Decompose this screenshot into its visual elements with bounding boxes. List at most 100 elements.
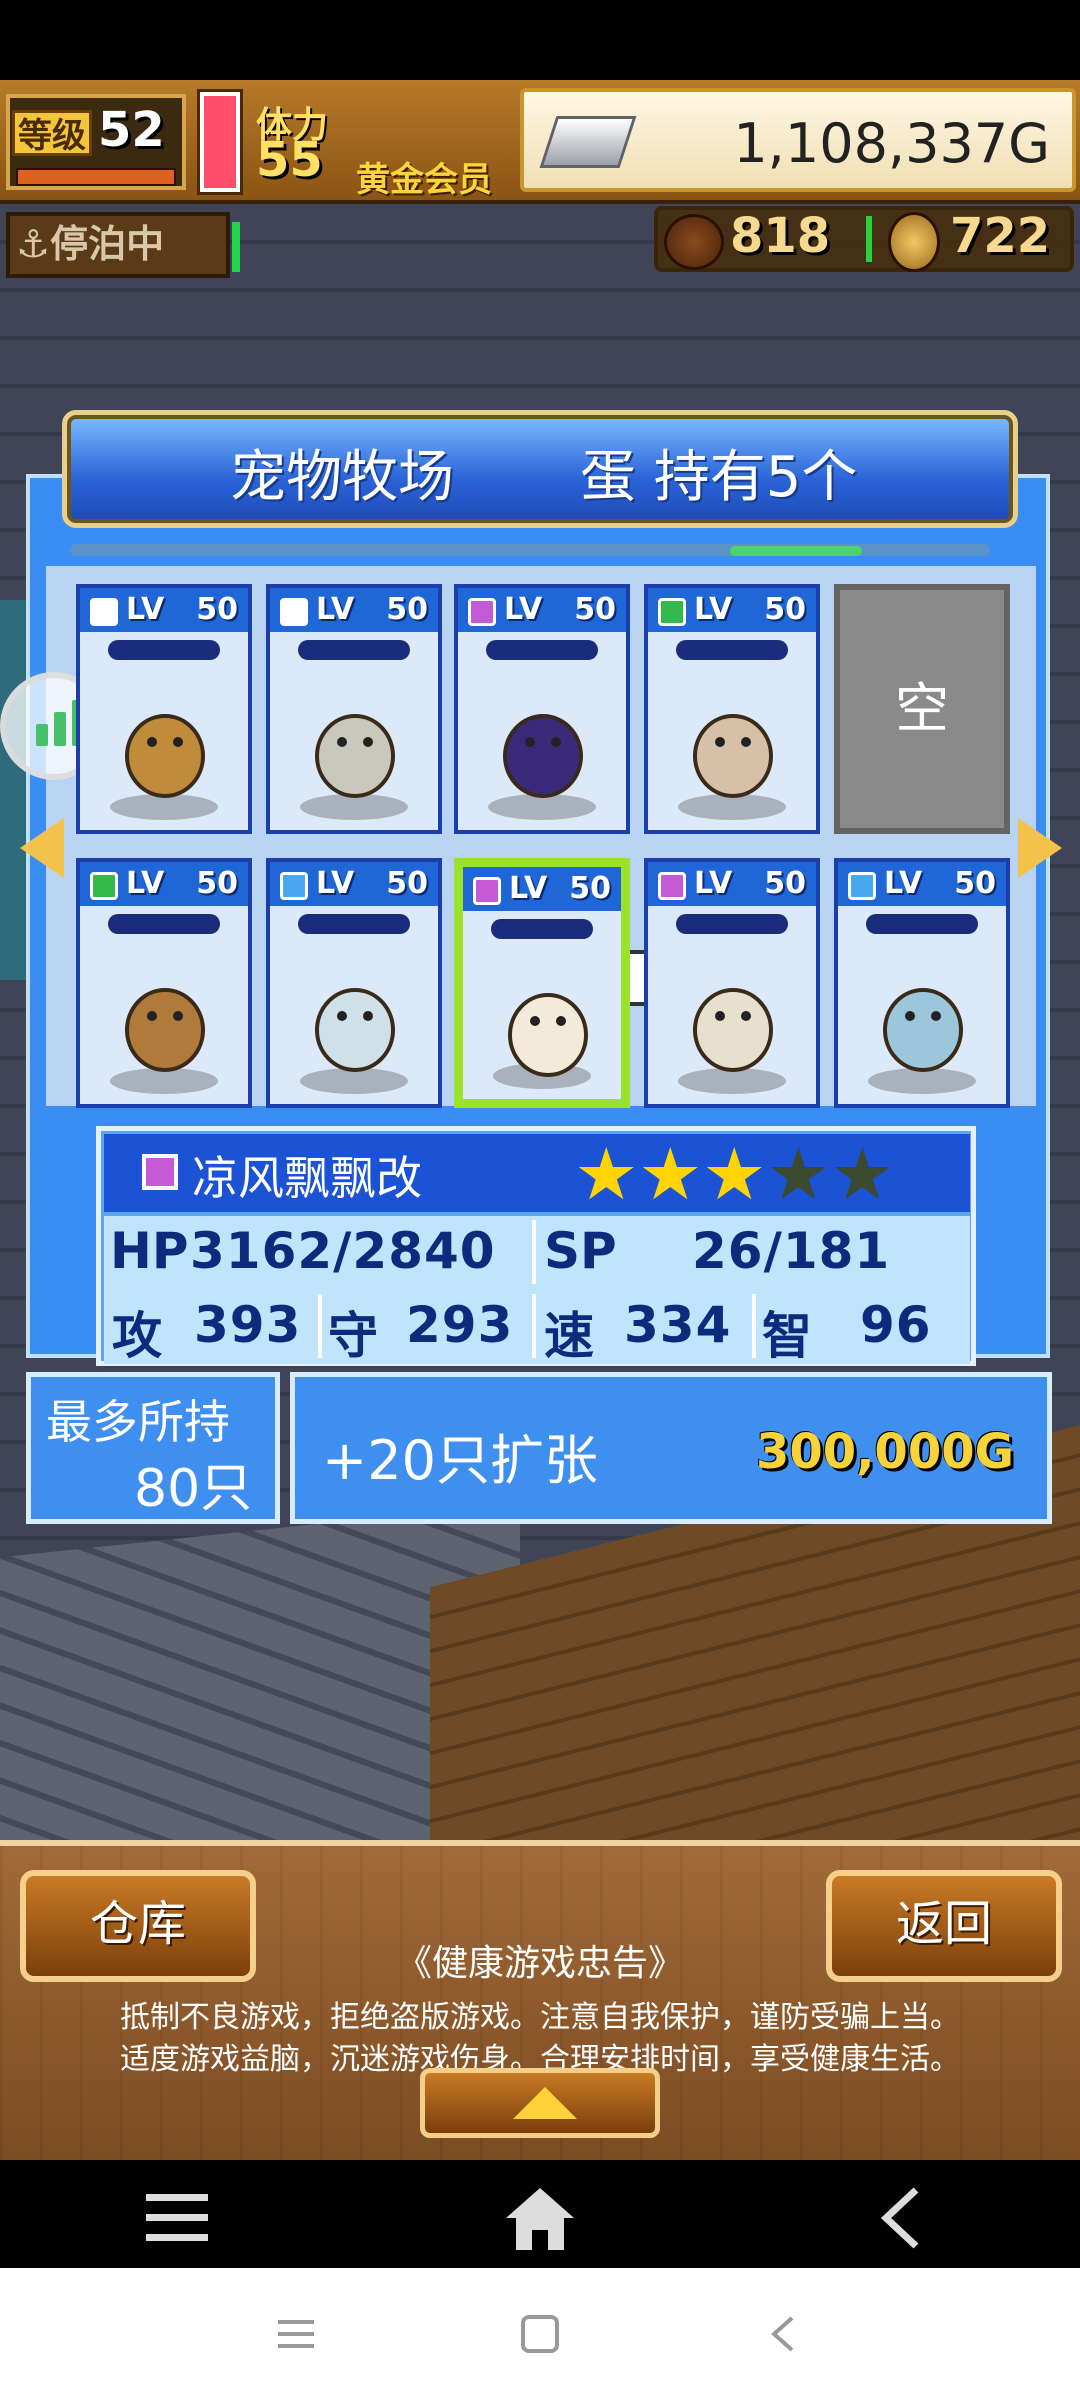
speed-value: 334	[624, 1296, 732, 1354]
resource-1-value: 818	[730, 208, 831, 264]
level-label: LV	[126, 592, 165, 627]
defense-value: 293	[406, 1296, 514, 1354]
element-icon	[90, 872, 118, 900]
element-icon	[473, 877, 501, 905]
pet-exp-bar	[298, 914, 410, 934]
element-icon	[658, 598, 686, 626]
stat-divider	[752, 1294, 756, 1358]
element-icon	[280, 598, 308, 626]
pet-level: 50	[196, 592, 238, 627]
back-arrow-icon[interactable]	[876, 2184, 924, 2252]
prev-page-arrow-icon[interactable]	[20, 818, 64, 878]
resource-divider	[866, 216, 872, 262]
mushroom-sprite	[693, 714, 773, 798]
ice-crystal-sprite	[315, 988, 395, 1072]
attack-value: 393	[194, 1296, 302, 1354]
anchor-indicator	[232, 222, 240, 272]
bone-dragon-sprite	[693, 988, 773, 1072]
pet-name: 凉风飘飘改	[192, 1151, 422, 1205]
pet-level: 50	[764, 592, 806, 627]
vip-badge: 黄金会员	[356, 160, 492, 200]
up-arrow-icon	[513, 2087, 577, 2119]
level-label: LV	[126, 866, 165, 901]
pet-card[interactable]: LV 50	[644, 584, 820, 834]
stamina-gauge	[200, 92, 240, 192]
anchor-icon: ⚓	[16, 222, 51, 266]
pet-card[interactable]: LV 50	[266, 584, 442, 834]
app-nav-bar	[0, 2160, 1080, 2268]
pet-card[interactable]: LV 50	[76, 858, 252, 1108]
pet-card[interactable]: LV 50	[454, 858, 630, 1108]
dinosaur-sprite	[125, 714, 205, 798]
pet-card[interactable]: LV 50	[266, 858, 442, 1108]
stat-divider	[532, 1220, 536, 1284]
status-area	[0, 0, 1080, 80]
pet-exp-bar	[108, 914, 220, 934]
level-value: 52	[98, 102, 165, 158]
tree-stump-sprite	[125, 988, 205, 1072]
element-icon	[90, 598, 118, 626]
level-label: LV	[694, 592, 733, 627]
max-capacity-label: 最多所持	[46, 1395, 230, 1449]
panel-title: 宠物牧场	[230, 445, 454, 510]
health-notice-title: 《健康游戏忠告》	[395, 1943, 684, 1984]
anchor-label: 停泊中	[50, 222, 165, 266]
panel-title-banner	[62, 410, 1018, 528]
system-nav-bar	[0, 2268, 1080, 2400]
gold-medal-icon	[888, 212, 940, 272]
pet-card[interactable]: LV 50	[834, 858, 1010, 1108]
dark-beast-sprite	[503, 714, 583, 798]
pet-level: 50	[196, 866, 238, 901]
pet-card[interactable]: LV 50	[76, 584, 252, 834]
attack-label: 攻	[112, 1307, 162, 1365]
star-filled-icon: ★	[574, 1132, 639, 1216]
level-label: LV	[504, 592, 543, 627]
pet-level: 50	[386, 592, 428, 627]
expand-menu-button[interactable]	[420, 2068, 660, 2138]
level-label: LV	[884, 866, 923, 901]
pet-exp-bar	[298, 640, 410, 660]
resource-2-value: 722	[950, 208, 1051, 264]
home-icon[interactable]	[504, 2184, 576, 2252]
expand-cost: 300,000G	[756, 1424, 1015, 1480]
speed-label: 速	[544, 1307, 594, 1365]
element-icon	[280, 872, 308, 900]
level-label: 等级	[12, 110, 92, 156]
pet-exp-bar	[866, 914, 978, 934]
empty-slot[interactable]: 空	[834, 584, 1010, 834]
level-label: LV	[509, 871, 548, 906]
level-label: LV	[316, 866, 355, 901]
star-filled-icon: ★	[702, 1132, 767, 1216]
level-label: LV	[316, 592, 355, 627]
intelligence-value: 96	[860, 1296, 932, 1354]
anchor-status: ⚓停泊中	[6, 212, 240, 278]
stat-divider	[318, 1294, 322, 1358]
pet-card[interactable]: LV 50	[454, 584, 630, 834]
pet-exp-bar	[108, 640, 220, 660]
page-scroll-thumb[interactable]	[730, 546, 862, 556]
system-home-icon[interactable]	[520, 2314, 560, 2354]
sp-value: 26/181	[692, 1222, 891, 1280]
next-page-arrow-icon[interactable]	[1018, 818, 1062, 878]
menu-icon[interactable]	[142, 2190, 212, 2246]
pet-exp-bar	[491, 919, 593, 939]
dark-element-icon	[142, 1154, 178, 1190]
ice-fish-sprite	[883, 988, 963, 1072]
recent-apps-icon[interactable]	[276, 2316, 316, 2352]
egg-count: 蛋 持有5个	[580, 445, 858, 510]
pet-card[interactable]: LV 50	[644, 858, 820, 1108]
pet-exp-bar	[676, 640, 788, 660]
sp-label: SP	[544, 1222, 617, 1280]
element-icon	[658, 872, 686, 900]
stamina-value: 55	[256, 132, 323, 188]
system-back-icon[interactable]	[768, 2314, 798, 2354]
gold-amount: 1,108,337G	[733, 112, 1050, 175]
health-notice-line-1: 抵制不良游戏，拒绝盗版游戏。注意自我保护，谨防受骗上当。	[120, 2000, 960, 2035]
pet-exp-bar	[486, 640, 598, 660]
pet-level: 50	[569, 871, 611, 906]
max-capacity-value: 80只	[134, 1459, 253, 1519]
expand-label: +20只扩张	[322, 1429, 598, 1492]
hp-value: 3162/2840	[190, 1222, 496, 1280]
pet-level: 50	[386, 866, 428, 901]
star-empty-icon: ★	[766, 1132, 831, 1216]
